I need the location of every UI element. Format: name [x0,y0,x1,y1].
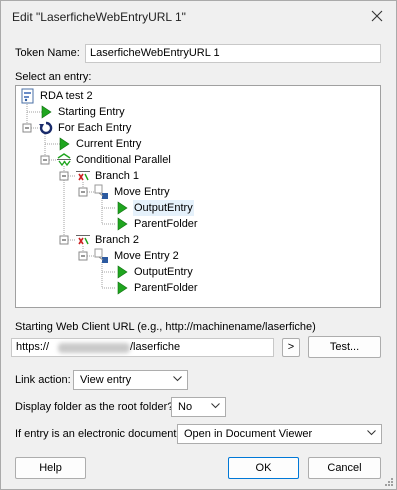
chevron-down-icon [211,403,220,409]
link-action-select[interactable]: View entry [73,370,188,390]
move-entry-icon [94,248,110,264]
url-prefix: https:// [16,341,50,353]
root-folder-value: No [178,401,193,413]
tree-node-label: RDA test 2 [40,90,93,102]
tree-node-label: OutputEntry [134,266,193,278]
tree-node-label: For Each Entry [58,122,132,134]
parallel-icon [56,152,72,168]
select-entry-label: Select an entry: [15,71,92,83]
window-title: Edit "LaserficheWebEntryURL 1" [12,10,186,24]
token-name-label: Token Name: [15,47,80,59]
tree-node-label: OutputEntry [133,200,194,216]
redacted-hostname [58,343,130,353]
workflow-document-icon [20,88,36,104]
branch-icon [75,232,91,248]
play-icon [114,264,130,280]
link-action-label: Link action: [15,374,71,386]
token-name-input[interactable]: LaserficheWebEntryURL 1 [85,44,381,63]
close-icon[interactable] [368,7,386,25]
chevron-down-icon [367,430,376,436]
tree-node-label: ParentFolder [134,218,198,230]
ok-button[interactable]: OK [228,457,299,479]
play-icon [114,200,130,216]
electronic-doc-value: Open in Document Viewer [184,428,313,440]
tree-node-label: Current Entry [76,138,142,150]
cancel-button[interactable]: Cancel [308,457,381,479]
root-folder-label: Display folder as the root folder? [15,401,174,413]
electronic-doc-label: If entry is an electronic document: [15,428,180,440]
loop-icon [38,120,54,136]
play-icon [56,136,72,152]
tree-node-label: Branch 1 [95,170,140,182]
electronic-doc-select[interactable]: Open in Document Viewer [177,424,382,444]
root-folder-select[interactable]: No [171,397,226,417]
edit-token-dialog: Edit "LaserficheWebEntryURL 1" Token Nam… [0,0,397,490]
link-action-value: View entry [80,374,132,386]
play-icon [114,216,130,232]
tree-node-label: Conditional Parallel [76,154,171,166]
tree-node-label: Branch 2 [95,234,140,246]
url-insert-button[interactable]: > [282,338,300,357]
tree-node-label: Move Entry 2 [114,250,179,262]
url-suffix: /laserfiche [130,341,181,353]
play-icon [38,104,54,120]
test-button[interactable]: Test... [308,336,381,358]
tree-node-label: Starting Entry [58,106,125,118]
resize-grip-icon[interactable] [384,477,394,487]
tree-node-label: Move Entry [114,186,170,198]
chevron-down-icon [173,376,182,382]
tree-node-label: ParentFolder [134,282,198,294]
move-entry-icon [94,184,110,200]
title-bar: Edit "LaserficheWebEntryURL 1" [1,1,396,31]
help-button[interactable]: Help [15,457,86,479]
entry-tree[interactable]: RDA test 2 Starting Entry For Each Entry… [15,85,381,308]
play-icon [114,280,130,296]
branch-icon [75,168,91,184]
web-client-url-label: Starting Web Client URL (e.g., http://ma… [15,321,316,333]
web-client-url-input[interactable]: https:// /laserfiche [11,338,274,357]
